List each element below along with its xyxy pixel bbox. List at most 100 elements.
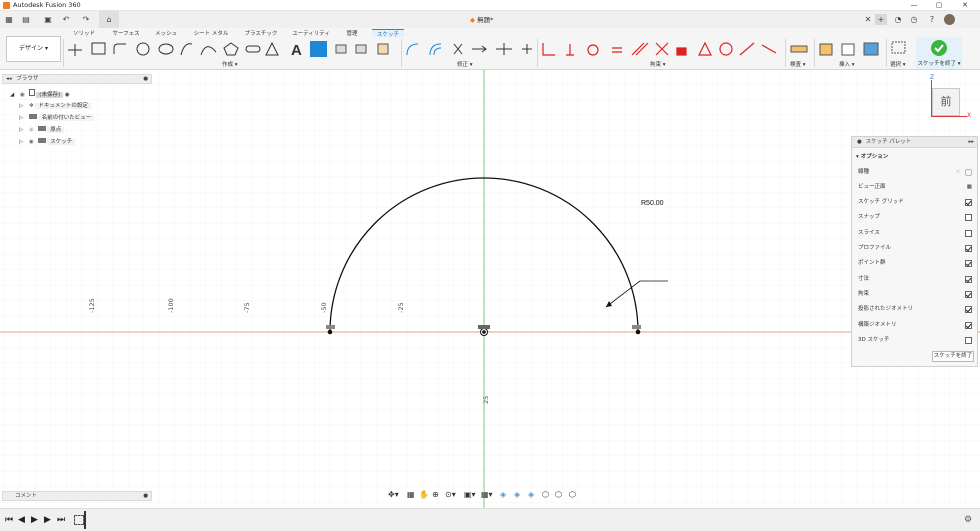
measure-icon[interactable]: [790, 42, 810, 56]
inspect-group-label[interactable]: 検査 ▾: [790, 60, 806, 68]
palette-finish-sketch-button[interactable]: スケッチを終了: [932, 351, 974, 362]
comments-pin-icon[interactable]: ●: [143, 492, 148, 500]
timeline-sketch-feature[interactable]: [74, 515, 84, 525]
expand-icon[interactable]: ◢: [10, 92, 14, 98]
avatar[interactable]: [944, 14, 955, 25]
radio-active-icon[interactable]: ◉: [65, 92, 70, 98]
tab-mesh[interactable]: メッシュ: [146, 29, 186, 37]
save-icon[interactable]: ▣: [42, 14, 54, 25]
3d-sketch-checkbox[interactable]: [965, 337, 972, 344]
close-button[interactable]: ✕: [954, 0, 976, 11]
zoom-window-icon[interactable]: ⊙▾: [445, 490, 456, 499]
home-tab[interactable]: ⌂: [99, 11, 119, 28]
calendar-look-at-icon[interactable]: ▦: [967, 181, 972, 193]
expand-icon[interactable]: ▷: [19, 127, 23, 133]
tab-utility[interactable]: ユーティリティ: [286, 29, 336, 37]
tab-sketch[interactable]: スケッチ: [372, 29, 404, 38]
collapse-icon[interactable]: ▾: [856, 154, 859, 160]
palette-expand-icon[interactable]: ▸▸: [968, 137, 974, 148]
file-menu-icon[interactable]: ▤: [20, 14, 32, 25]
browser-root-node[interactable]: ◢ ◉ (未保存) ◉: [10, 89, 70, 99]
grid-menu-icon[interactable]: ▦: [3, 14, 15, 25]
sketch-grid-checkbox[interactable]: [965, 199, 972, 206]
modify-group-label[interactable]: 修正 ▾: [457, 60, 473, 68]
tab-solid[interactable]: ソリッド: [62, 29, 106, 37]
minimize-button[interactable]: —: [903, 0, 925, 11]
insert-group-label[interactable]: 挿入 ▾: [839, 60, 855, 68]
view-cube-icon-3[interactable]: ◈: [528, 490, 534, 499]
step-forward-icon[interactable]: ▶: [44, 515, 51, 525]
notifications-icon[interactable]: ◷: [908, 14, 920, 25]
browser-item[interactable]: ▷ ◉ 原点: [19, 125, 65, 135]
expand-icon[interactable]: ▷: [19, 139, 23, 145]
select-group-label[interactable]: 選択 ▾: [890, 60, 906, 68]
workspace-switcher-button[interactable]: デザイン ▾: [6, 36, 61, 62]
z-axis-indicator: [931, 80, 932, 116]
play-icon[interactable]: ▶: [31, 515, 38, 525]
tab-plastic[interactable]: プラスチック: [236, 29, 286, 37]
construction-line-icon[interactable]: <: [955, 166, 960, 178]
redo-icon[interactable]: ↷: [80, 14, 92, 25]
slice-checkbox[interactable]: [965, 230, 972, 237]
help-icon[interactable]: ?: [926, 14, 938, 25]
step-back-icon[interactable]: ◀: [18, 515, 25, 525]
construction-geometry-checkbox[interactable]: [965, 322, 972, 329]
grid-settings-icon[interactable]: ▦▾: [481, 490, 493, 499]
undo-icon[interactable]: ↶: [60, 14, 72, 25]
last-step-icon[interactable]: ⏭: [57, 515, 65, 525]
browser-item[interactable]: ▷ 名前の付いたビュー: [19, 113, 95, 123]
pan-icon[interactable]: ✋: [419, 490, 429, 499]
zoom-icon[interactable]: ⊕: [432, 490, 439, 499]
view-cube-icon-6[interactable]: ⬡: [569, 490, 576, 499]
visibility-eye-icon[interactable]: ◉: [29, 139, 34, 145]
maximize-button[interactable]: ▢: [928, 0, 950, 11]
visibility-eye-icon[interactable]: ◉: [20, 92, 25, 98]
job-status-icon[interactable]: ◔: [892, 14, 904, 25]
view-cube-icon-4[interactable]: ⬡: [542, 490, 549, 499]
orbit-icon[interactable]: ✥▾: [388, 490, 399, 499]
first-step-icon[interactable]: ⏮: [5, 515, 13, 525]
new-tab-icon[interactable]: +: [875, 14, 887, 25]
tab-sheet-metal[interactable]: シート メタル: [188, 29, 234, 37]
sketch-canvas[interactable]: R50.00 -125 -100 -75 -50 -25 25: [0, 70, 980, 508]
palette-pin-icon[interactable]: ●: [857, 139, 862, 145]
user-avatar-area[interactable]: [944, 14, 968, 25]
view-cube-icon[interactable]: ◈: [500, 490, 506, 499]
constraints-group-label[interactable]: 拘束 ▾: [650, 60, 666, 68]
points-checkbox[interactable]: [965, 260, 972, 267]
document-tab[interactable]: ◆ 無題*: [470, 13, 520, 27]
browser-panel-header[interactable]: ◂◂ ブラウザ ●: [2, 74, 152, 84]
look-at-icon[interactable]: ▦: [407, 490, 415, 499]
dimensions-checkbox[interactable]: [965, 276, 972, 283]
browser-item[interactable]: ▷ ◉ スケッチ: [19, 137, 76, 147]
display-settings-icon[interactable]: ▣▾: [464, 490, 476, 499]
comments-panel-header[interactable]: コメント ●: [2, 491, 152, 501]
snap-checkbox[interactable]: [965, 214, 972, 221]
tab-surface[interactable]: サーフェス: [106, 29, 146, 37]
radius-dimension[interactable]: R50.00: [641, 200, 664, 207]
sketch-grid-label: スケッチ グリッド: [858, 199, 904, 205]
centerline-icon[interactable]: [965, 169, 972, 176]
collapse-icon[interactable]: ◂◂: [6, 76, 12, 82]
profile-checkbox[interactable]: [965, 245, 972, 252]
projected-geometry-checkbox[interactable]: [965, 306, 972, 313]
expand-icon[interactable]: ▷: [19, 103, 23, 109]
timeline-settings-icon[interactable]: ⚙: [964, 515, 972, 525]
palette-header[interactable]: ● スケッチ パレット ▸▸: [852, 137, 977, 148]
timeline-marker[interactable]: [84, 511, 86, 529]
constraints-checkbox[interactable]: [965, 291, 972, 298]
create-group-label[interactable]: 作成 ▾: [222, 60, 238, 68]
viewcube-front-face[interactable]: 前: [932, 88, 960, 116]
expand-icon[interactable]: ▷: [19, 115, 23, 121]
viewcube[interactable]: 前 Z X: [919, 74, 974, 123]
palette-section-options[interactable]: ▾ オプション: [856, 152, 888, 160]
select-icon[interactable]: [890, 40, 910, 58]
browser-pin-icon[interactable]: ●: [143, 75, 148, 83]
close-tab-icon[interactable]: ✕: [862, 14, 874, 25]
view-cube-icon-5[interactable]: ⬡: [555, 490, 562, 499]
browser-item[interactable]: ▷ ✲ ドキュメントの設定: [19, 101, 91, 111]
finish-sketch-area[interactable]: スケッチを終了 ▾: [916, 37, 962, 69]
visibility-eye-icon[interactable]: ◉: [29, 127, 34, 133]
view-cube-icon-2[interactable]: ◈: [514, 490, 520, 499]
tab-manage[interactable]: 管理: [336, 29, 368, 37]
